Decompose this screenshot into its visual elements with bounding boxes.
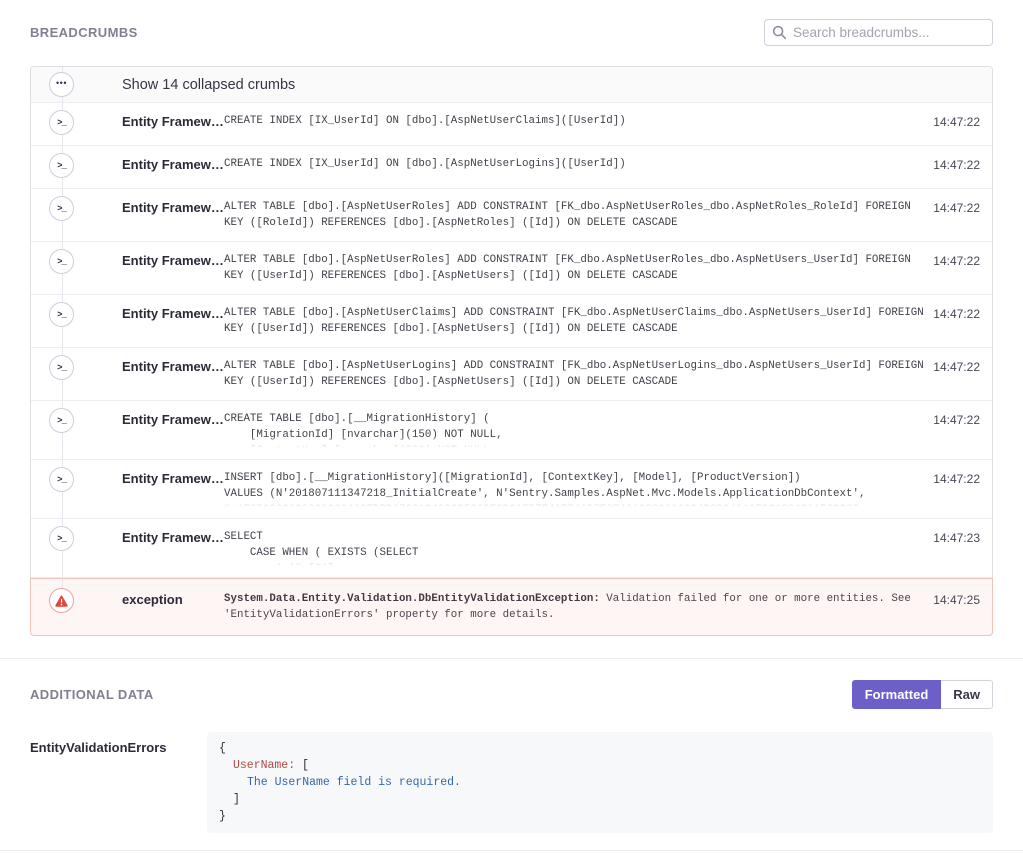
crumb-timestamp: 14:47:23 [931, 529, 992, 546]
crumb-message: SELECT CASE WHEN ( EXISTS (SELECT 1 AS [… [224, 529, 931, 567]
raw-button[interactable]: Raw [941, 680, 993, 709]
json-open-brace: { [219, 742, 226, 755]
crumb-icon-cell: >_ [31, 199, 122, 231]
breadcrumb-row: >_ Entity Framework ALTER TABLE [dbo].[A… [31, 242, 992, 295]
breadcrumb-row: >_ Entity Framework CREATE INDEX [IX_Use… [31, 103, 992, 146]
crumb-timestamp: 14:47:22 [931, 305, 992, 322]
json-array-close: ] [233, 793, 240, 806]
breadcrumb-row: >_ Entity Framework ALTER TABLE [dbo].[A… [31, 295, 992, 348]
json-close-brace: } [219, 810, 226, 823]
crumb-category: Entity Framework [122, 199, 224, 216]
crumb-message: ALTER TABLE [dbo].[AspNetUserLogins] ADD… [224, 358, 931, 390]
exception-message: System.Data.Entity.Validation.DbEntityVa… [224, 591, 931, 623]
formatted-button[interactable]: Formatted [852, 680, 942, 709]
search-icon [772, 25, 787, 40]
crumb-icon-cell: >_ [31, 305, 122, 337]
json-string: The UserName field is required. [247, 776, 461, 789]
breadcrumb-row: >_ Entity Framework ALTER TABLE [dbo].[A… [31, 189, 992, 242]
crumb-category: Entity Framework [122, 252, 224, 269]
crumb-icon-cell: >_ [31, 470, 122, 508]
breadcrumb-row: >_ Entity Framework ALTER TABLE [dbo].[A… [31, 348, 992, 401]
crumb-timestamp: 14:47:22 [931, 199, 992, 216]
search-input[interactable] [764, 19, 993, 46]
view-toggle: Formatted Raw [852, 680, 993, 709]
collapsed-crumbs-label: Show 14 collapsed crumbs [122, 77, 295, 93]
terminal-icon: >_ [49, 355, 74, 380]
crumb-icon-cell: ••• [31, 67, 122, 103]
crumb-icon-cell: >_ [31, 411, 122, 449]
bottom-divider [0, 850, 1023, 851]
breadcrumb-row: >_ Entity Framework CREATE INDEX [IX_Use… [31, 146, 992, 189]
section-divider [0, 658, 1023, 659]
crumb-message: ALTER TABLE [dbo].[AspNetUserClaims] ADD… [224, 305, 931, 337]
breadcrumbs-section-title: BREADCRUMBS [30, 25, 138, 40]
breadcrumb-row: >_ Entity Framework SELECT CASE WHEN ( E… [31, 519, 992, 578]
entity-validation-errors-label: EntityValidationErrors [30, 732, 207, 756]
terminal-icon: >_ [49, 302, 74, 327]
terminal-icon: >_ [49, 153, 74, 178]
crumb-category: Entity Framework [122, 156, 224, 173]
terminal-icon: >_ [49, 408, 74, 433]
exception-row: exception System.Data.Entity.Validation.… [30, 578, 993, 636]
terminal-icon: >_ [49, 467, 74, 492]
crumb-category: Entity Framework [122, 305, 224, 322]
crumb-timestamp: 14:47:22 [931, 252, 992, 269]
collapsed-crumbs-row[interactable]: ••• Show 14 collapsed crumbs [31, 67, 992, 103]
code-line: { [219, 740, 981, 757]
breadcrumb-row: >_ Entity Framework INSERT [dbo].[__Migr… [31, 460, 992, 519]
additional-data-header: ADDITIONAL DATA Formatted Raw [30, 680, 993, 709]
crumb-timestamp: 14:47:22 [931, 156, 992, 173]
warning-triangle-icon [49, 588, 74, 613]
terminal-icon: >_ [49, 526, 74, 551]
terminal-icon: >_ [49, 110, 74, 135]
breadcrumb-row: >_ Entity Framework CREATE TABLE [dbo].[… [31, 401, 992, 460]
breadcrumbs-panel: ••• Show 14 collapsed crumbs >_ Entity F… [30, 66, 993, 636]
crumb-category: Entity Framework [122, 529, 224, 546]
breadcrumbs-header: BREADCRUMBS [30, 18, 993, 46]
additional-data-entry: EntityValidationErrors { UserName: [ The… [30, 732, 993, 833]
crumb-message: CREATE TABLE [dbo].[__MigrationHistory] … [224, 411, 931, 449]
crumb-message: CREATE INDEX [IX_UserId] ON [dbo].[AspNe… [224, 113, 931, 129]
crumb-timestamp: 14:47:22 [931, 113, 992, 130]
terminal-icon: >_ [49, 249, 74, 274]
crumb-category: Entity Framework [122, 411, 224, 428]
exception-category: exception [122, 591, 224, 608]
crumb-category: Entity Framework [122, 470, 224, 487]
code-line: UserName: [ [219, 757, 981, 774]
crumb-icon-cell: >_ [31, 113, 122, 135]
crumb-timestamp: 14:47:22 [931, 470, 992, 487]
crumb-icon-cell: >_ [31, 252, 122, 284]
crumb-category: Entity Framework [122, 113, 224, 130]
code-line: } [219, 808, 981, 825]
crumb-category: Entity Framework [122, 358, 224, 375]
crumb-message: CREATE INDEX [IX_UserId] ON [dbo].[AspNe… [224, 156, 931, 172]
terminal-icon: >_ [49, 196, 74, 221]
exception-timestamp: 14:47:25 [931, 591, 992, 608]
crumb-icon-cell: >_ [31, 529, 122, 567]
additional-data-title: ADDITIONAL DATA [30, 687, 154, 702]
crumb-icon-cell: >_ [31, 358, 122, 390]
crumb-icon-cell: >_ [31, 156, 122, 178]
code-line: ] [219, 791, 981, 808]
search-breadcrumbs [764, 19, 993, 46]
crumb-timestamp: 14:47:22 [931, 411, 992, 428]
exception-type: System.Data.Entity.Validation.DbEntityVa… [224, 593, 600, 605]
code-line: The UserName field is required. [219, 774, 981, 791]
crumb-message: INSERT [dbo].[__MigrationHistory]([Migra… [224, 470, 931, 508]
json-key: UserName: [233, 759, 295, 772]
ellipsis-icon: ••• [49, 72, 74, 97]
json-array-open: [ [295, 759, 309, 772]
crumb-message: ALTER TABLE [dbo].[AspNetUserRoles] ADD … [224, 252, 931, 284]
crumb-message: ALTER TABLE [dbo].[AspNetUserRoles] ADD … [224, 199, 931, 231]
code-block: { UserName: [ The UserName field is requ… [207, 732, 993, 833]
crumb-icon-cell [31, 591, 122, 623]
crumb-timestamp: 14:47:22 [931, 358, 992, 375]
